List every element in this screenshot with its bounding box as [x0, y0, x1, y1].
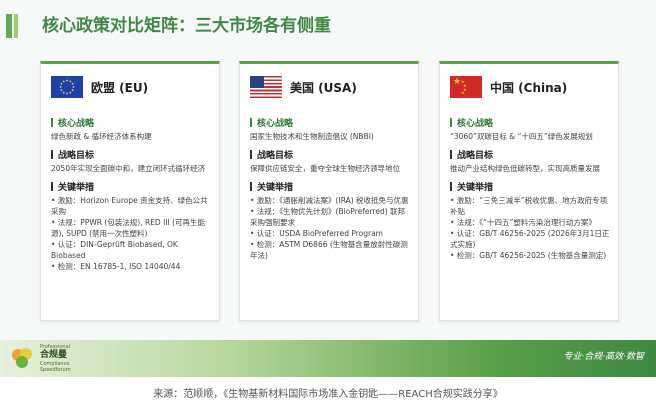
list-item: • 认证：USDA BioPreferred Program — [250, 229, 383, 238]
section-goal: 战略目标 保障供应链安全，重夺全球生物经济领导地位 — [250, 148, 412, 174]
section-marker — [250, 182, 252, 191]
section-strategy-label: 核心战略 — [457, 119, 494, 129]
list-item: • 检测：ASTM D6866 (生物基含量放射性碳测年法) — [250, 240, 408, 260]
section-goal: 战略目标 2050年实现全面碳中和，建立闭环式循环经济 — [51, 148, 213, 174]
measures-list: • 激励：Horizon Europe 资金支持、绿色公共采购 • 法规：PPW… — [51, 195, 213, 272]
cn-flag-icon: ★ ★ ★ ★ ★ — [450, 76, 482, 98]
measures-list: • 激励：“三免三减半”税收优惠、地方政府专项补贴 • 法规：《“十四五”塑料污… — [450, 195, 612, 261]
section-strategy-label: 核心战略 — [58, 119, 95, 129]
card-title: 美国 (USA) — [290, 80, 357, 95]
policy-card-china: ★ ★ ★ ★ ★ 中国 (China) 核心战略 “3060”双碳目标 & “… — [439, 61, 619, 321]
section-strategy: 核心战略 “3060”双碳目标 & “十四五”绿色发展规划 — [450, 116, 612, 142]
section-strategy-title: 核心战略 — [250, 116, 412, 129]
section-marker — [450, 118, 452, 127]
logo-en-line-1: Professional — [40, 343, 71, 350]
card-title: 中国 (China) — [490, 80, 568, 95]
list-item: • 检测：GB/T 46256-2025 (生物基含量测定) — [450, 251, 607, 260]
company-logo: Professional 合规曼 Compliance Speedforum — [10, 344, 106, 373]
section-measures-title: 关键举措 — [250, 180, 412, 193]
us-flag-icon — [250, 76, 282, 98]
section-strategy: 核心战略 绿色新政 & 循环经济体系构建 — [51, 116, 213, 142]
section-strategy-title: 核心战略 — [450, 116, 612, 129]
list-item: • 法规：《生物优先计划》(BioPreferred) 联邦采购强制要求 — [250, 207, 406, 227]
goal-text: 推动产业结构绿色低碳转型，实现高质量发展 — [450, 164, 600, 173]
section-measures-label: 关键举措 — [257, 183, 294, 193]
section-measures-label: 关键举措 — [457, 183, 494, 193]
card-header: ★ ★ ★ ★ ★ 中国 (China) — [440, 64, 618, 110]
list-item: • 法规：《“十四五”塑料污染治理行动方案》 — [450, 218, 596, 227]
strategy-text: “3060”双碳目标 & “十四五”绿色发展规划 — [450, 132, 593, 141]
logo-circle — [16, 356, 28, 368]
section-strategy-label: 核心战略 — [257, 119, 294, 129]
measures-list: • 激励：《通胀削减法案》(IRA) 税收抵免与优惠 • 法规：《生物优先计划》… — [250, 195, 412, 261]
policy-card-eu: 欧盟 (EU) 核心战略 绿色新政 & 循环经济体系构建 战略目标 2050年实… — [40, 61, 220, 321]
logo-en-line-3: Speedforum — [40, 366, 71, 373]
section-measures: 关键举措 • 激励：“三免三减半”税收优惠、地方政府专项补贴 • 法规：《“十四… — [450, 180, 612, 261]
section-goal-title: 战略目标 — [51, 148, 213, 161]
list-item: • 认证：GB/T 46256-2025 (2026年3月1日正式实施) — [450, 229, 610, 249]
section-measures: 关键举措 • 激励：《通胀削减法案》(IRA) 税收抵免与优惠 • 法规：《生物… — [250, 180, 412, 261]
star-icon: ★ — [461, 90, 465, 95]
section-measures-label: 关键举措 — [58, 183, 95, 193]
logo-text: Professional 合规曼 Compliance Speedforum — [40, 344, 71, 373]
section-measures: 关键举措 • 激励：Horizon Europe 资金支持、绿色公共采购 • 法… — [51, 180, 213, 272]
section-marker — [250, 150, 252, 159]
page-title: 核心政策对比矩阵：三大市场各有侧重 — [42, 16, 331, 36]
section-marker — [51, 150, 53, 159]
goal-text: 2050年实现全面碳中和，建立闭环式循环经济 — [51, 164, 206, 173]
us-flag-canton — [250, 76, 264, 88]
strategy-text: 国家生物技术和生物制造倡议 (NBBI) — [250, 132, 374, 141]
source-caption: 来源：范顺顺，《生物基新材料国际市场准入金钥匙——REACH合规实践分享》 — [153, 389, 503, 400]
card-header: 欧盟 (EU) — [41, 64, 219, 110]
section-marker — [51, 182, 53, 191]
section-marker — [250, 118, 252, 127]
strategy-text: 绿色新政 & 循环经济体系构建 — [51, 132, 152, 141]
eu-flag-icon — [51, 76, 83, 98]
section-strategy: 核心战略 国家生物技术和生物制造倡议 (NBBI) — [250, 116, 412, 142]
star-icon: ★ — [453, 77, 462, 87]
list-item: • 检测：EN 16785-1, ISO 14040/44 — [51, 262, 181, 271]
list-item: • 法规：PPWR (包装法规), RED III (可再生能源), SUPD … — [51, 218, 206, 238]
section-goal-label: 战略目标 — [257, 151, 294, 161]
section-goal-title: 战略目标 — [250, 148, 412, 161]
section-measures-title: 关键举措 — [450, 180, 612, 193]
list-item: • 激励：《通胀削减法案》(IRA) 税收抵免与优惠 — [250, 196, 409, 205]
logo-cn: 合规曼 — [40, 349, 68, 360]
section-marker — [51, 118, 53, 127]
slide: 核心政策对比矩阵：三大市场各有侧重 欧盟 (EU) 核心战略 绿色新政 & 循环… — [0, 0, 656, 377]
section-goal-title: 战略目标 — [450, 148, 612, 161]
card-body: 核心战略 “3060”双碳目标 & “十四五”绿色发展规划 战略目标 推动产业结… — [450, 116, 612, 267]
list-item: • 认证：DIN-Geprüft Biobased, OK Biobased — [51, 240, 178, 260]
policy-card-usa: 美国 (USA) 核心战略 国家生物技术和生物制造倡议 (NBBI) 战略目标 … — [239, 61, 419, 321]
section-goal: 战略目标 推动产业结构绿色低碳转型，实现高质量发展 — [450, 148, 612, 174]
section-measures-title: 关键举措 — [51, 180, 213, 193]
list-item: • 激励：Horizon Europe 资金支持、绿色公共采购 — [51, 196, 208, 216]
goal-text: 保障供应链安全，重夺全球生物经济领导地位 — [250, 164, 400, 173]
logo-en-line-2: Compliance — [40, 360, 70, 367]
list-item: • 激励：“三免三减半”税收优惠、地方政府专项补贴 — [450, 196, 608, 216]
card-body: 核心战略 国家生物技术和生物制造倡议 (NBBI) 战略目标 保障供应链安全，重… — [250, 116, 412, 267]
section-goal-label: 战略目标 — [457, 151, 494, 161]
section-marker — [450, 150, 452, 159]
section-goal-label: 战略目标 — [58, 151, 95, 161]
card-title: 欧盟 (EU) — [91, 80, 149, 95]
section-strategy-title: 核心战略 — [51, 116, 213, 129]
footer-slogan: 专业·合规·高效·数智 — [563, 352, 644, 362]
card-header: 美国 (USA) — [240, 64, 418, 110]
logo-mark-icon — [10, 346, 36, 370]
section-marker — [450, 182, 452, 191]
card-body: 核心战略 绿色新政 & 循环经济体系构建 战略目标 2050年实现全面碳中和，建… — [51, 116, 213, 278]
